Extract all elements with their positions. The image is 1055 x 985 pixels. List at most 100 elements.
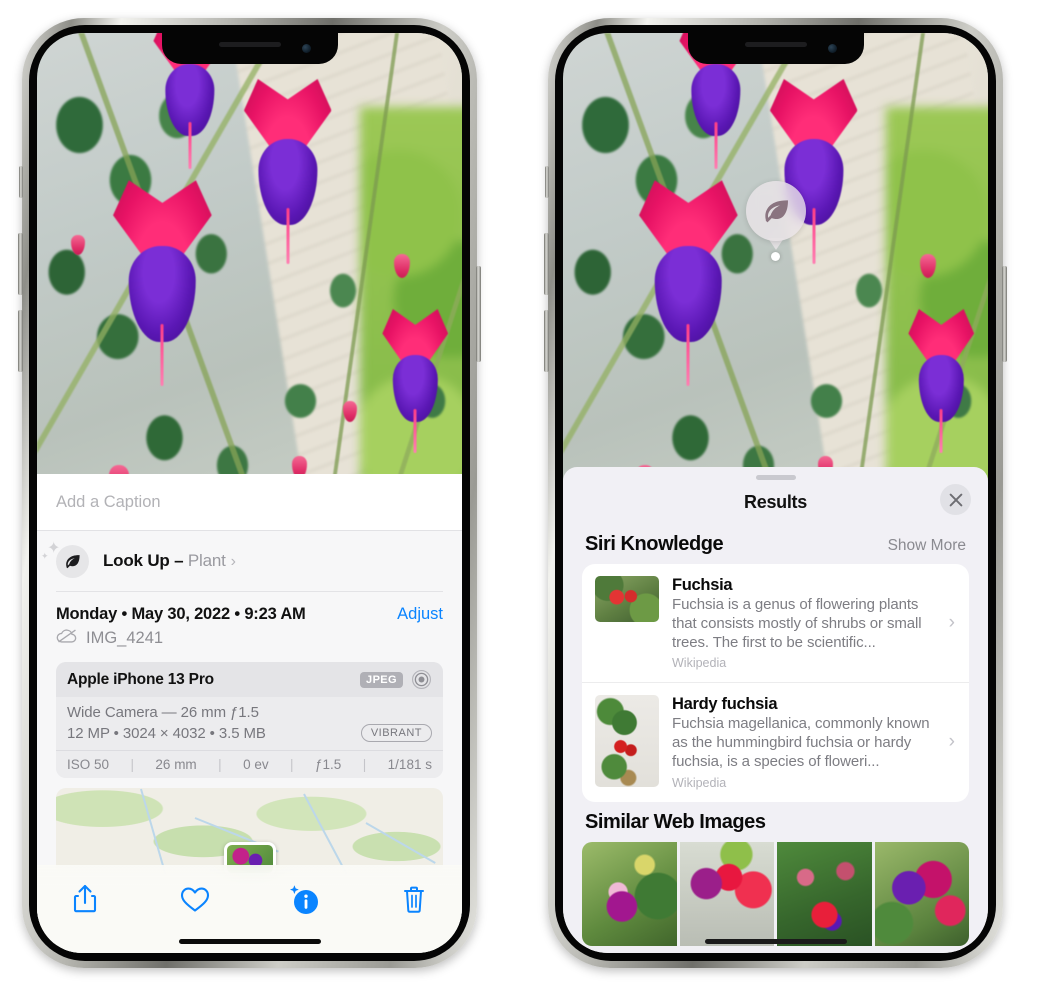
result-text: Hardy fuchsia Fuchsia magellanica, commo…: [672, 695, 956, 789]
specs-row: 12 MP • 3024 × 4032 • 3.5 MB VIBRANT: [67, 724, 432, 742]
date-row: Monday • May 30, 2022 • 9:23 AM Adjust: [37, 592, 462, 624]
result-description: Fuchsia magellanica, commonly known as t…: [672, 715, 930, 770]
web-image-thumbnail[interactable]: [679, 841, 774, 946]
leaf-icon: [56, 544, 89, 578]
close-icon[interactable]: [940, 484, 971, 515]
device-name: Apple iPhone 13 Pro: [67, 670, 214, 688]
cloud-slash-icon: [56, 628, 78, 649]
earpiece-speaker: [218, 42, 281, 47]
chevron-right-icon: ›: [948, 612, 955, 634]
camera-metadata-card[interactable]: Apple iPhone 13 Pro JPEG Wide Camera — 2…: [56, 662, 443, 778]
visual-look-up-badge[interactable]: [745, 181, 806, 261]
metadata-body: Wide Camera — 26 mm ƒ1.5 12 MP • 3024 × …: [56, 697, 443, 750]
photo-date: Monday • May 30, 2022 • 9:23 AM: [56, 605, 306, 623]
caption-placeholder: Add a Caption: [56, 492, 161, 511]
metadata-badges: JPEG: [360, 669, 432, 690]
similar-web-images-row: [582, 841, 969, 946]
style-badge: VIBRANT: [360, 724, 432, 742]
web-image-thumbnail[interactable]: [582, 841, 677, 946]
web-image-thumbnail[interactable]: [874, 841, 969, 946]
format-badge: JPEG: [360, 671, 403, 688]
web-image-thumbnail[interactable]: [777, 841, 872, 946]
flower: [903, 309, 980, 454]
look-up-subject: Plant: [187, 551, 226, 570]
home-indicator[interactable]: [704, 939, 847, 944]
similar-web-images-header: Similar Web Images: [563, 802, 988, 842]
look-up-title: Look Up –: [103, 551, 188, 570]
left-phone-screen: Add a Caption ✦ ✦ Look Up – Plant › Monda…: [37, 33, 462, 953]
info-sparkle-icon[interactable]: [282, 879, 326, 919]
exif-focal: 26 mm: [155, 757, 197, 772]
caption-input[interactable]: Add a Caption: [37, 474, 462, 531]
location-map-card[interactable]: [56, 788, 443, 874]
file-row: IMG_4241: [37, 624, 462, 649]
aperture-icon: [411, 669, 432, 690]
front-camera: [301, 44, 311, 53]
sheet-header: Results: [563, 480, 988, 524]
right-phone: Results Siri Knowledge Show More Fuchsia…: [544, 18, 1007, 968]
exif-row: ISO 50 | 26 mm | 0 ev | ƒ1.5 | 1/181 s: [56, 750, 443, 778]
exif-divider: |: [218, 757, 222, 772]
exif-shutter: 1/181 s: [387, 757, 432, 772]
siri-knowledge-cards: Fuchsia Fuchsia is a genus of flowering …: [582, 564, 969, 802]
share-icon[interactable]: [63, 879, 107, 919]
result-title: Fuchsia: [672, 576, 733, 594]
show-more-button[interactable]: Show More: [888, 537, 966, 555]
front-camera: [827, 44, 837, 53]
volume-down-button[interactable]: [18, 310, 23, 372]
result-card[interactable]: Fuchsia Fuchsia is a genus of flowering …: [582, 564, 969, 682]
chevron-right-icon: ›: [948, 731, 955, 753]
power-button[interactable]: [476, 266, 481, 362]
look-up-label: Look Up – Plant ›: [103, 551, 236, 571]
exif-iso: ISO 50: [67, 757, 110, 772]
favorite-heart-icon[interactable]: [173, 879, 217, 919]
image-specs: 12 MP • 3024 × 4032 • 3.5 MB: [67, 724, 266, 742]
badge-anchor-dot: [771, 252, 780, 261]
trash-icon[interactable]: [392, 879, 436, 919]
exif-aperture: ƒ1.5: [315, 757, 342, 772]
result-title: Hardy fuchsia: [672, 695, 778, 714]
home-indicator[interactable]: [178, 939, 321, 944]
notch: [161, 33, 338, 64]
earpiece-speaker: [744, 42, 807, 47]
screenshot-stage: Add a Caption ✦ ✦ Look Up – Plant › Monda…: [0, 0, 1055, 985]
notch: [687, 33, 864, 64]
flower: [631, 180, 746, 387]
sparkle-icon: ✦: [41, 551, 49, 561]
result-text: Fuchsia Fuchsia is a genus of flowering …: [672, 576, 956, 670]
exif-divider: |: [290, 757, 294, 772]
photo-info-panel: Add a Caption ✦ ✦ Look Up – Plant › Monda…: [37, 474, 462, 953]
adjust-button[interactable]: Adjust: [397, 605, 443, 624]
file-name: IMG_4241: [86, 629, 164, 647]
section-title: Similar Web Images: [585, 810, 766, 833]
silent-switch[interactable]: [545, 166, 549, 198]
results-sheet: Results Siri Knowledge Show More Fuchsia…: [563, 467, 988, 953]
result-thumbnail: [595, 576, 659, 622]
right-phone-screen: Results Siri Knowledge Show More Fuchsia…: [563, 33, 988, 953]
flower: [377, 309, 454, 454]
exif-divider: |: [362, 757, 367, 772]
flower: [237, 79, 339, 265]
exif-divider: |: [130, 757, 134, 772]
volume-up-button[interactable]: [18, 233, 23, 295]
power-button[interactable]: [1002, 266, 1007, 362]
sheet-title: Results: [744, 491, 807, 512]
siri-knowledge-header: Siri Knowledge Show More: [563, 524, 988, 564]
leaf-icon: [745, 181, 806, 241]
left-phone: Add a Caption ✦ ✦ Look Up – Plant › Monda…: [18, 18, 481, 968]
exif-ev: 0 ev: [243, 757, 269, 772]
flower: [105, 180, 220, 387]
result-card[interactable]: Hardy fuchsia Fuchsia magellanica, commo…: [582, 682, 969, 801]
chevron-right-icon: ›: [230, 553, 236, 570]
result-source: Wikipedia: [672, 775, 727, 790]
result-source: Wikipedia: [672, 656, 727, 671]
volume-down-button[interactable]: [544, 310, 549, 372]
volume-up-button[interactable]: [544, 233, 549, 295]
metadata-header: Apple iPhone 13 Pro JPEG: [56, 662, 443, 697]
lens-info: Wide Camera — 26 mm ƒ1.5: [67, 704, 259, 721]
look-up-row[interactable]: ✦ ✦ Look Up – Plant ›: [37, 531, 462, 591]
result-thumbnail: [595, 695, 659, 788]
section-title: Siri Knowledge: [585, 533, 724, 555]
silent-switch[interactable]: [19, 166, 23, 198]
result-description: Fuchsia is a genus of flowering plants t…: [672, 596, 922, 651]
